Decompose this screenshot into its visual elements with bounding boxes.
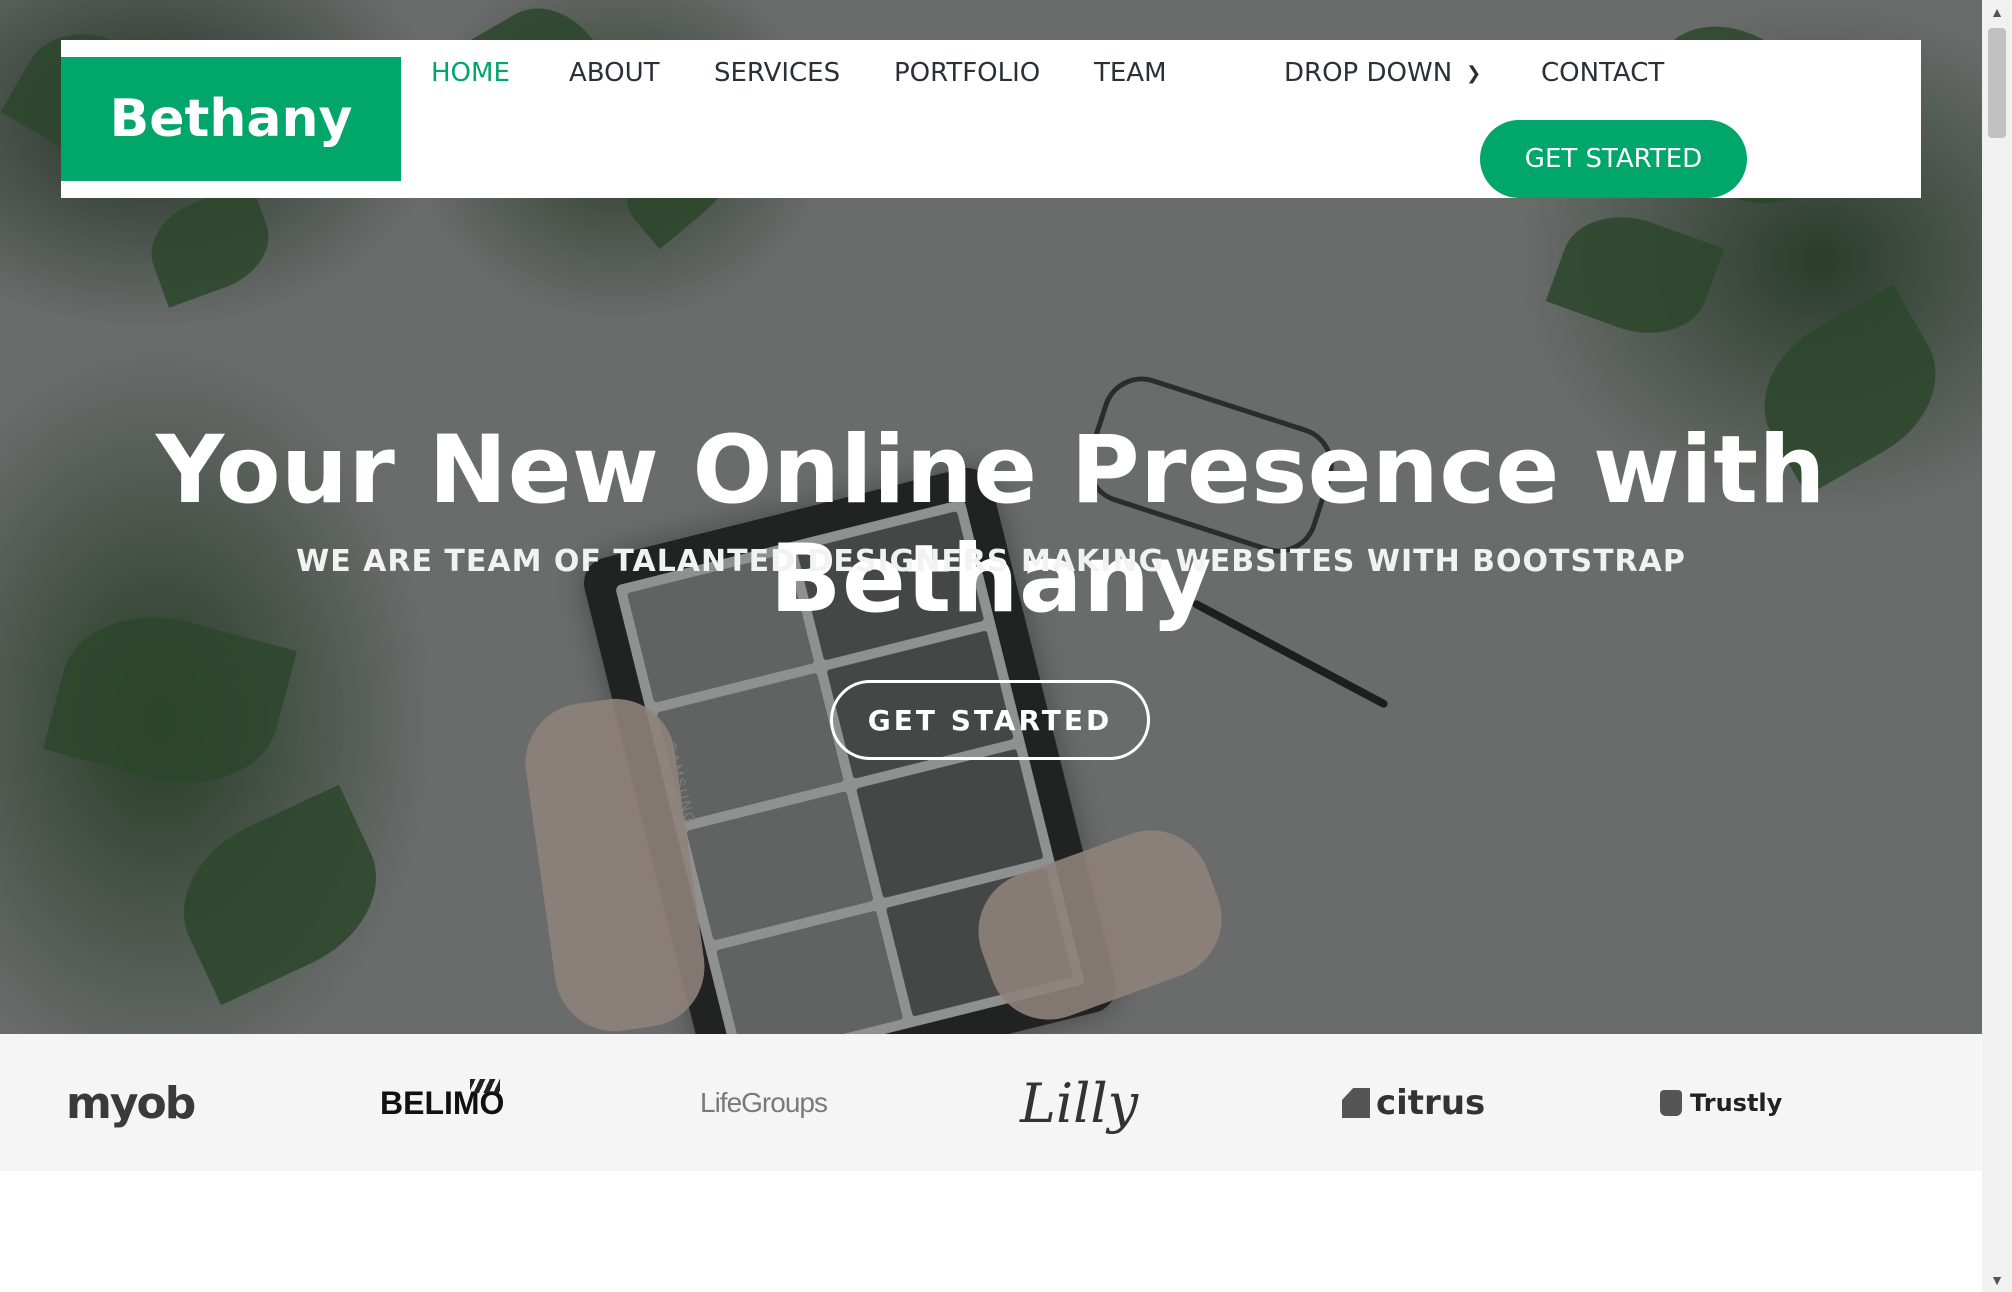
- header-get-started-button[interactable]: GET STARTED: [1480, 120, 1747, 198]
- client-logo-trustly-text: Trustly: [1690, 1089, 1783, 1117]
- nav-item-portfolio[interactable]: PORTFOLIO: [894, 58, 1040, 88]
- client-logo-citrus: citrus: [1342, 1068, 1485, 1138]
- logo[interactable]: Bethany: [61, 57, 401, 181]
- client-logo-belimo: BELIMO: [380, 1068, 504, 1138]
- hero-get-started-button[interactable]: GET STARTED: [830, 680, 1150, 760]
- client-logo-citrus-text: citrus: [1376, 1083, 1486, 1123]
- scroll-down-arrow-icon[interactable]: ▼: [1982, 1268, 2012, 1292]
- nav-item-home[interactable]: HOME: [431, 58, 510, 88]
- lock-icon: [1660, 1090, 1682, 1116]
- vertical-scrollbar[interactable]: ▲ ▼: [1982, 0, 2012, 1292]
- nav-item-services[interactable]: SERVICES: [714, 58, 840, 88]
- clients-section: myob BELIMO LifeGroups Lilly citrus Trus…: [0, 1034, 1982, 1171]
- nav-item-about[interactable]: ABOUT: [569, 58, 660, 88]
- nav-item-dropdown-label: DROP DOWN: [1284, 58, 1453, 88]
- client-logo-lilly: Lilly: [1020, 1071, 1139, 1135]
- nav-item-dropdown[interactable]: DROP DOWN ❯: [1284, 58, 1481, 88]
- client-logo-trustly: Trustly: [1660, 1068, 1782, 1138]
- scroll-up-arrow-icon[interactable]: ▲: [1982, 0, 2012, 24]
- hero-title: Your New Online Presence with Bethany: [156, 416, 1826, 634]
- client-logo-myob: myob: [66, 1077, 196, 1129]
- citrus-mark-icon: [1342, 1088, 1370, 1118]
- hero-subtitle: WE ARE TEAM OF TALANTED DESIGNERS MAKING…: [296, 544, 1686, 579]
- chevron-down-icon: ❯: [1466, 63, 1482, 84]
- scroll-thumb[interactable]: [1988, 28, 2006, 138]
- nav-item-team[interactable]: TEAM: [1094, 58, 1167, 88]
- site-header: Bethany HOME ABOUT SERVICES PORTFOLIO TE…: [61, 40, 1921, 198]
- belimo-mark-icon: [470, 1079, 501, 1093]
- client-logo-lifegroups: LifeGroups: [700, 1087, 828, 1118]
- nav-item-contact[interactable]: CONTACT: [1541, 58, 1664, 88]
